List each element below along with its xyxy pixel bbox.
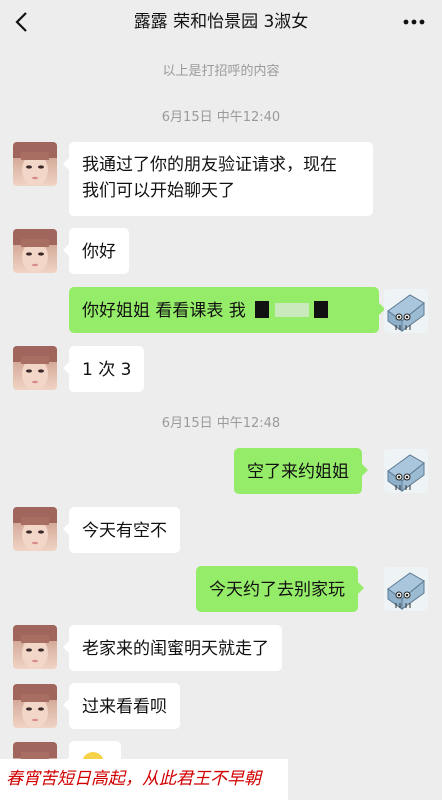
message-text: 你好姐姐 看看课表 我 (82, 301, 246, 321)
message-bubble[interactable]: 1 次 3 (62, 346, 145, 392)
message-bubble[interactable]: 过来看看呗 (63, 683, 180, 729)
message-bubble[interactable]: 今天有空不 (63, 507, 180, 553)
message-text: 我通过了你的朋友验证请求，现在 (82, 155, 337, 175)
more-dots-icon[interactable] (400, 10, 428, 34)
message-text: 今天约了去别家玩 (209, 580, 345, 600)
redaction-mark (314, 301, 329, 318)
message-bubble[interactable]: 今天约了去别家玩 (196, 566, 364, 612)
message-text: 老家来的闺蜜明天就走了 (82, 639, 269, 659)
chat-title: 露露 荣和怡景园 3淑女 (133, 12, 309, 32)
message-bubble[interactable]: 你好 (63, 228, 129, 274)
message-bubble[interactable]: 我通过了你的朋友验证请求，现在 我们可以开始聊天了 (63, 142, 373, 216)
contact-avatar[interactable] (13, 625, 57, 669)
contact-avatar[interactable] (13, 229, 57, 273)
contact-avatar[interactable] (13, 684, 57, 728)
contact-avatar[interactable] (13, 346, 57, 390)
back-icon[interactable] (12, 10, 32, 34)
message-bubble[interactable]: 你好姐姐 看看课表 我 (69, 287, 385, 333)
greeting-note: 以上是打招呼的内容 (162, 64, 280, 79)
chat-header: 露露 荣和怡景园 3淑女 (0, 0, 442, 44)
timestamp: 6月15日 中午12:40 (161, 110, 281, 125)
message-text: 空了来约姐姐 (247, 462, 349, 482)
contact-avatar[interactable] (13, 142, 57, 186)
message-text: 过来看看呗 (82, 697, 167, 717)
redaction-blur (274, 303, 309, 317)
message-text: 1 次 3 (82, 360, 132, 380)
message-text: 今天有空不 (82, 521, 167, 541)
message-bubble[interactable]: 老家来的闺蜜明天就走了 (63, 625, 282, 671)
user-avatar[interactable] (384, 449, 428, 493)
contact-avatar[interactable] (13, 507, 57, 551)
redaction-mark (255, 301, 270, 318)
message-text: 你好 (82, 242, 116, 262)
overlay-caption: 春宵苦短日高起，从此君王不早朝 (0, 759, 288, 800)
user-avatar[interactable] (384, 289, 428, 333)
message-text: 我们可以开始聊天了 (82, 181, 235, 201)
user-avatar[interactable] (384, 567, 428, 611)
message-bubble[interactable]: 空了来约姐姐 (234, 448, 368, 494)
timestamp: 6月15日 中午12:48 (161, 416, 281, 431)
